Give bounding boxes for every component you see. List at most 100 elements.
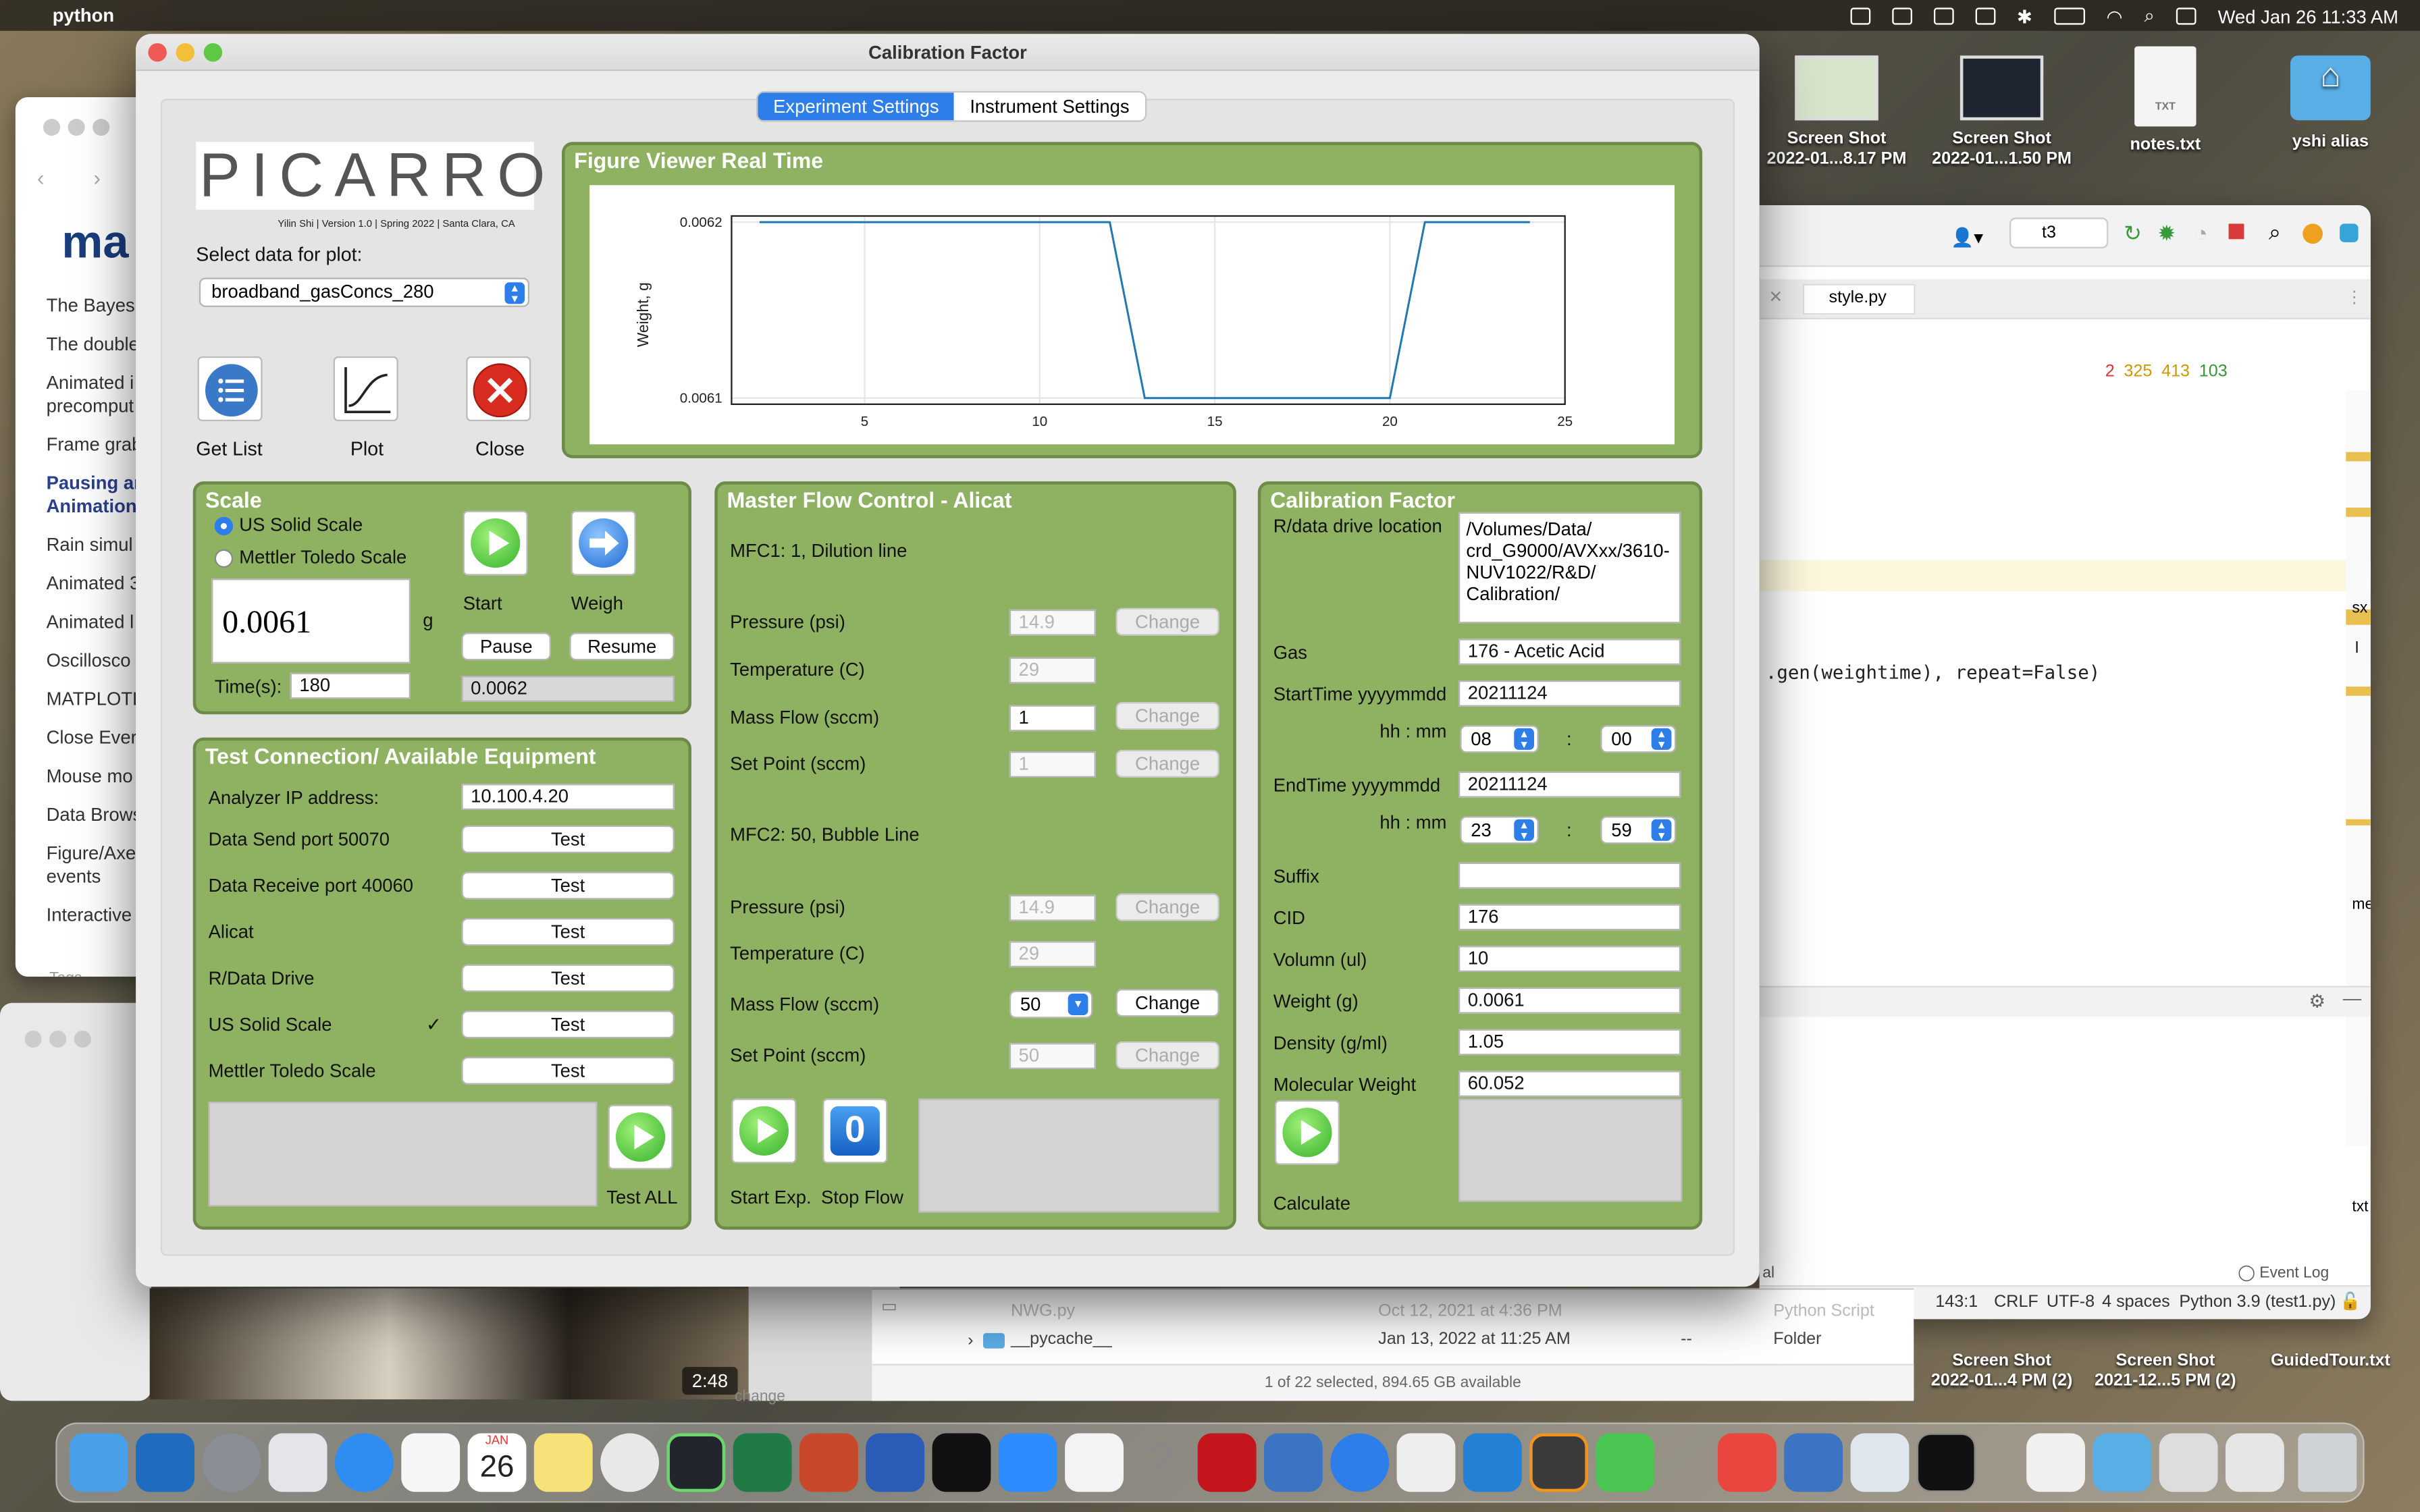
applications-folder-icon[interactable] bbox=[2093, 1433, 2152, 1492]
time-input[interactable]: 180 bbox=[290, 672, 411, 699]
menu-dots-icon[interactable]: ⋮ bbox=[2346, 287, 2363, 306]
toc-item[interactable]: Close Ever bbox=[47, 727, 145, 750]
shield-icon[interactable] bbox=[1849, 7, 1870, 25]
textedit-icon[interactable] bbox=[1396, 1433, 1456, 1492]
line-separator[interactable]: CRLF bbox=[1994, 1293, 2038, 1311]
word-icon[interactable] bbox=[866, 1433, 925, 1492]
finder-window[interactable]: ▭ NWG.py Oct 12, 2021 at 4:36 PM Python … bbox=[872, 1288, 1914, 1401]
toc-item[interactable]: Oscillosco bbox=[47, 649, 145, 672]
bluetooth-icon[interactable]: ✱ bbox=[2017, 5, 2032, 27]
plot-button[interactable] bbox=[333, 356, 398, 421]
molecular-weight-input[interactable]: 60.052 bbox=[1458, 1071, 1681, 1098]
vnc-icon[interactable] bbox=[1263, 1433, 1323, 1492]
start-date-input[interactable]: 20211124 bbox=[1458, 680, 1681, 707]
gas-input[interactable]: 176 - Acetic Acid bbox=[1458, 639, 1681, 666]
minimize-icon[interactable]: — bbox=[2343, 988, 2361, 1009]
calendar-icon[interactable]: JAN 26 bbox=[467, 1433, 527, 1492]
calculate-button[interactable] bbox=[1274, 1100, 1340, 1165]
test-rdata-drive-button[interactable]: Test bbox=[461, 964, 675, 992]
mfc1-mass-flow-change-button[interactable]: Change bbox=[1115, 701, 1219, 730]
video-frame[interactable] bbox=[149, 1288, 749, 1400]
suffix-input[interactable] bbox=[1458, 862, 1681, 889]
search-icon[interactable]: ⌕ bbox=[2145, 5, 2155, 28]
desktop-icon-notes[interactable]: TXT notes.txt bbox=[2088, 46, 2243, 156]
tab-instrument-settings[interactable]: Instrument Settings bbox=[954, 92, 1145, 120]
end-hour-stepper[interactable]: 23 ▴ ▾ bbox=[1460, 816, 1539, 844]
run-config-select[interactable]: t3 bbox=[2009, 217, 2109, 248]
notes-icon[interactable] bbox=[533, 1433, 593, 1492]
safari-icon[interactable] bbox=[334, 1433, 394, 1492]
acrobat-icon[interactable] bbox=[1197, 1433, 1257, 1492]
search-icon[interactable]: ⌕ bbox=[2269, 219, 2281, 246]
radio-us-solid-scale[interactable] bbox=[214, 516, 234, 536]
toc-item[interactable]: Rain simul bbox=[47, 534, 145, 557]
stop-icon[interactable] bbox=[2228, 223, 2244, 240]
start-experiment-button[interactable] bbox=[731, 1098, 797, 1164]
toc-item[interactable]: MATPLOTL bbox=[47, 688, 145, 711]
plugin-icon[interactable] bbox=[2340, 223, 2359, 242]
debug-icon[interactable]: ✹ bbox=[2157, 221, 2176, 247]
desktop-icon-screenshot-4[interactable]: Screen Shot 2021-12...5 PM (2) bbox=[2088, 1314, 2243, 1391]
update-icon[interactable] bbox=[2303, 223, 2323, 244]
terminal-icon[interactable] bbox=[932, 1433, 991, 1492]
toc-item[interactable]: Animated i bbox=[47, 372, 145, 395]
s-app-icon[interactable] bbox=[1975, 7, 1995, 25]
finder-icon[interactable] bbox=[69, 1433, 128, 1492]
chart-canvas[interactable]: 5 10 15 20 25 0.0061 0.0062 Weight, g bbox=[589, 185, 1675, 445]
mfc2-mass-flow-select[interactable]: 50 ▾ bbox=[1009, 990, 1093, 1019]
event-log-button[interactable]: ◯ Event Log bbox=[2238, 1265, 2329, 1282]
zoom-icon[interactable] bbox=[998, 1433, 1057, 1492]
toc-item[interactable]: Animation bbox=[47, 495, 145, 518]
toc-item[interactable]: Interactive bbox=[47, 904, 145, 927]
tab-experiment-settings[interactable]: Experiment Settings bbox=[758, 92, 955, 121]
resume-button[interactable]: Resume bbox=[569, 632, 675, 661]
mfc2-set-point-change-button[interactable]: Change bbox=[1115, 1041, 1219, 1069]
close-button[interactable] bbox=[466, 356, 531, 421]
pycharm-icon[interactable] bbox=[666, 1433, 726, 1492]
screenshots-stack-icon[interactable] bbox=[2225, 1433, 2284, 1492]
background-browser-window[interactable]: ‹ › ma The Bayes The double Animated i p… bbox=[15, 97, 151, 977]
messages-icon[interactable] bbox=[1596, 1433, 1655, 1492]
file-row[interactable]: › __pycache__ Jan 13, 2022 at 11:25 AM -… bbox=[965, 1330, 1876, 1357]
profile-icon[interactable]: ◔ bbox=[2194, 221, 2207, 246]
stop-flow-button[interactable]: 0 bbox=[822, 1098, 888, 1164]
toc-item[interactable]: precomput bbox=[47, 395, 145, 418]
mfc2-pressure-change-button[interactable]: Change bbox=[1115, 893, 1219, 921]
gear-icon[interactable]: ⚙ bbox=[2309, 990, 2325, 1012]
file-encoding[interactable]: UTF-8 bbox=[2047, 1293, 2095, 1311]
teamviewer-icon[interactable] bbox=[1330, 1433, 1390, 1492]
mfc2-mass-flow-change-button[interactable]: Change bbox=[1115, 989, 1219, 1017]
start-hour-stepper[interactable]: 08 ▴ ▾ bbox=[1460, 725, 1539, 753]
inspection-widget[interactable]: 2 325 413 103 bbox=[2105, 362, 2228, 381]
battery-icon[interactable] bbox=[2053, 7, 2085, 25]
rerun-icon[interactable]: ↻ bbox=[2124, 221, 2142, 247]
desktop-icon-screenshot-3[interactable]: Screen Shot 2022-01...4 PM (2) bbox=[1924, 1314, 2079, 1391]
desktop-icon-alias[interactable]: yshi alias bbox=[2253, 55, 2408, 153]
end-minute-stepper[interactable]: 59 ▴ ▾ bbox=[1600, 816, 1677, 844]
test-mettler-toledo-button[interactable]: Test bbox=[461, 1056, 675, 1085]
caret-position[interactable]: 143:1 bbox=[1935, 1293, 1978, 1311]
python-app-icon[interactable] bbox=[1916, 1433, 1976, 1492]
system-preferences-icon[interactable] bbox=[202, 1433, 261, 1492]
downloads-stack-icon[interactable] bbox=[2159, 1433, 2218, 1492]
wifi-icon[interactable]: ◠ bbox=[2107, 5, 2123, 27]
toc-item[interactable]: Animated l bbox=[47, 611, 145, 634]
interpreter[interactable]: Python 3.9 (test1.py) bbox=[2179, 1293, 2336, 1311]
powerpoint-icon[interactable] bbox=[799, 1433, 858, 1492]
background-video-window[interactable] bbox=[0, 1002, 151, 1401]
toc-item[interactable]: The Bayes bbox=[47, 295, 145, 318]
launchpad-icon[interactable] bbox=[268, 1433, 327, 1492]
rdata-location-input[interactable]: /Volumes/Data/ crd_G9000/AVXxx/3610-NUV1… bbox=[1458, 512, 1681, 624]
chrome-icon[interactable] bbox=[600, 1433, 659, 1492]
zoom-window-icon[interactable] bbox=[203, 43, 223, 62]
radio-mettler-toledo[interactable] bbox=[214, 549, 234, 568]
display-icon[interactable] bbox=[1891, 7, 1912, 25]
slack-icon[interactable] bbox=[1065, 1433, 1124, 1492]
start-minute-stepper[interactable]: 00 ▴ ▾ bbox=[1600, 725, 1677, 753]
disclosure-icon[interactable]: › bbox=[968, 1332, 973, 1350]
close-window-icon[interactable] bbox=[148, 43, 167, 62]
unknown-app-icon[interactable]: ? bbox=[1131, 1433, 1190, 1492]
toc-item[interactable]: Data Brows bbox=[47, 804, 145, 827]
mfc1-mass-flow-input[interactable]: 1 bbox=[1009, 705, 1096, 732]
desktop-icon-screenshot-2[interactable]: Screen Shot 2022-01...1.50 PM bbox=[1924, 55, 2079, 169]
